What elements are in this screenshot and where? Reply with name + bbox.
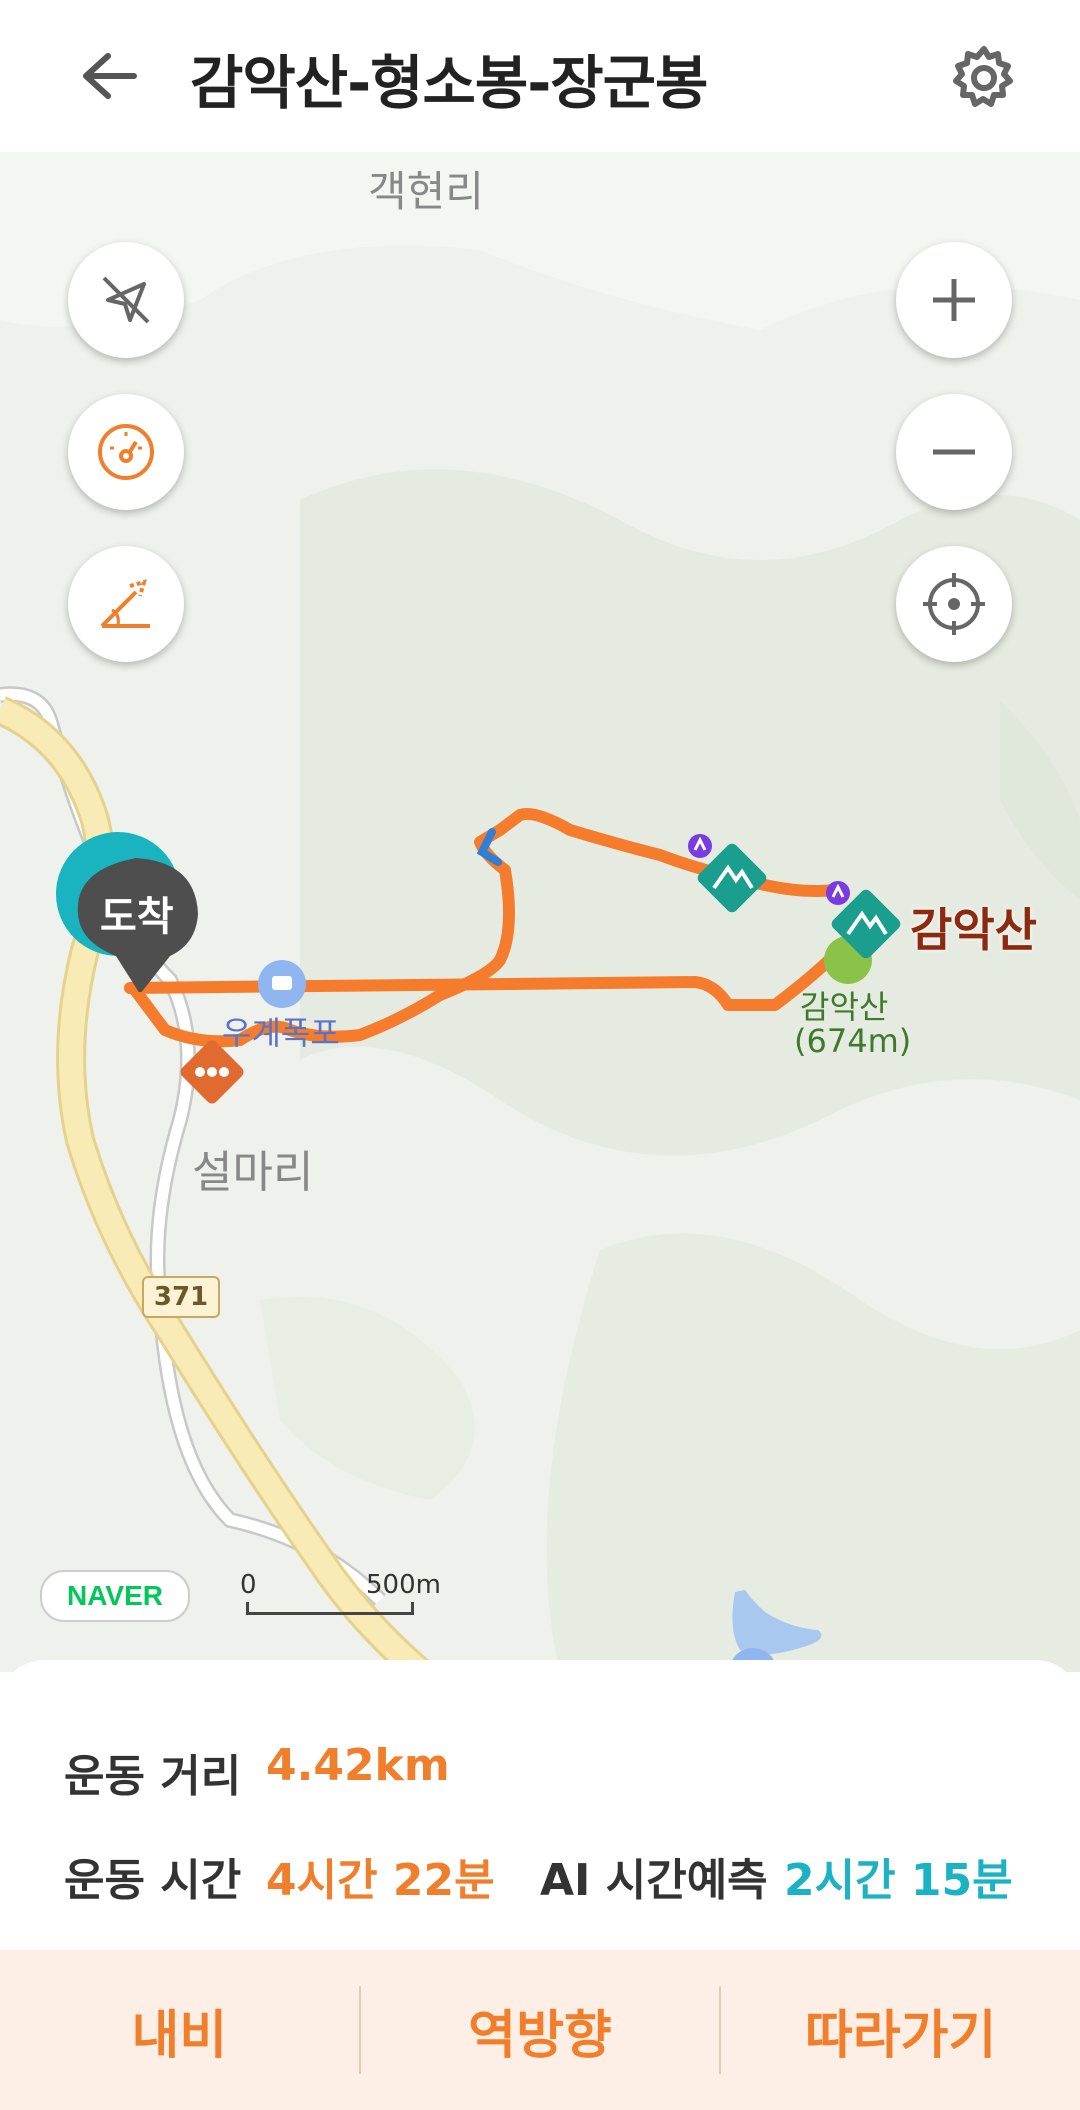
route-number-badge: 371 bbox=[142, 1276, 220, 1318]
settings-button[interactable] bbox=[946, 40, 1022, 116]
back-button[interactable] bbox=[70, 38, 146, 114]
distance-value: 4.42km bbox=[266, 1740, 450, 1791]
follow-button[interactable]: 따라가기 bbox=[721, 1950, 1080, 2110]
arrival-marker-label: 도착 bbox=[100, 894, 174, 940]
compass-toggle-button[interactable] bbox=[68, 242, 184, 358]
duration-value: 4시간 22분 bbox=[266, 1855, 495, 1906]
gear-icon bbox=[953, 46, 1013, 107]
slope-mode-button[interactable] bbox=[68, 546, 184, 662]
zoom-out-button[interactable] bbox=[896, 394, 1012, 510]
page-title: 감악산-형소봉-장군봉 bbox=[190, 49, 708, 117]
peak-height-label: (674m) bbox=[794, 1022, 912, 1060]
locate-button[interactable] bbox=[896, 546, 1012, 662]
zoom-in-button[interactable] bbox=[896, 242, 1012, 358]
ai-estimate-value: 2시간 15분 bbox=[784, 1855, 1013, 1906]
arrival-marker[interactable]: 도착 bbox=[56, 832, 206, 992]
slope-icon bbox=[100, 579, 150, 628]
stats-panel: 운동 거리 4.42km 운동 시간 4시간 22분 AI 시간예측 2시간 1… bbox=[0, 1660, 1080, 1950]
summit-label: 감악산 bbox=[910, 903, 1037, 957]
scale-zero-label: 0 bbox=[240, 1570, 257, 1600]
distance-label: 운동 거리 bbox=[64, 1751, 242, 1802]
ai-estimate-label: AI 시간예측 bbox=[540, 1855, 768, 1906]
duration-label: 운동 시간 bbox=[64, 1855, 242, 1906]
summit-marker-icon[interactable] bbox=[826, 884, 906, 964]
speed-mode-button[interactable] bbox=[68, 394, 184, 510]
poi-label: 우계폭포 bbox=[222, 1014, 340, 1052]
reverse-direction-button[interactable]: 역방향 bbox=[361, 1950, 720, 2110]
action-bar: 내비 역방향 따라가기 bbox=[0, 1950, 1080, 2110]
place-label: 객현리 bbox=[368, 167, 484, 216]
speedometer-icon bbox=[98, 424, 154, 480]
arrow-left-icon bbox=[83, 53, 137, 99]
locate-icon bbox=[923, 573, 985, 635]
scale-bar: 0 500m bbox=[240, 1570, 441, 1630]
compass-off-icon bbox=[102, 276, 150, 324]
zoom-out-icon bbox=[933, 449, 975, 455]
map-attribution-logo: NAVER bbox=[40, 1570, 190, 1622]
navi-button[interactable]: 내비 bbox=[0, 1950, 359, 2110]
map-view[interactable]: 도착 객현리 설마리 우계폭포 감악산 감악산 (674m) 371 NAVER… bbox=[0, 152, 1080, 1672]
app-header: 감악산-형소봉-장군봉 bbox=[0, 0, 1080, 152]
zoom-in-icon bbox=[933, 279, 975, 321]
summit-marker-icon[interactable] bbox=[692, 838, 772, 918]
scale-distance-label: 500m bbox=[366, 1570, 441, 1600]
place-label: 설마리 bbox=[192, 1147, 314, 1198]
scale-ruler bbox=[246, 1602, 414, 1615]
